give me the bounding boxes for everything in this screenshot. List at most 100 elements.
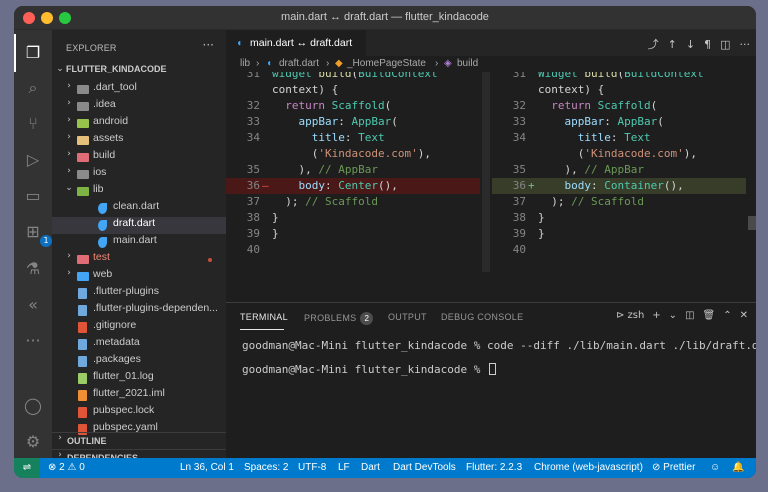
- tree-file[interactable]: .flutter-plugins-dependen...: [52, 302, 226, 319]
- status-indentation[interactable]: Spaces: 2: [244, 458, 288, 478]
- flutter-icon[interactable]: «: [23, 295, 43, 315]
- line-number: 34: [246, 131, 260, 144]
- status-flutter-version[interactable]: Flutter: 2.2.3: [466, 458, 522, 478]
- outline-section[interactable]: › OUTLINE: [52, 432, 226, 449]
- breadcrumb-file[interactable]: draft.dart: [279, 56, 319, 72]
- status-cursor-position[interactable]: Ln 36, Col 1: [180, 458, 234, 478]
- diff-overview-ruler[interactable]: [748, 216, 756, 230]
- status-device[interactable]: Chrome (web-javascript): [534, 458, 643, 478]
- explorer-header: EXPLORER: [66, 43, 117, 53]
- breadcrumb-lib[interactable]: lib: [240, 56, 250, 72]
- more-icon[interactable]: ···: [23, 331, 43, 351]
- code-line: 33 appBar: AppBar(: [492, 114, 746, 130]
- close-panel-icon[interactable]: ✕: [740, 310, 748, 321]
- tab-problems[interactable]: PROBLEMS 2: [304, 312, 374, 325]
- code-line: 32 return Scaffold(: [226, 98, 480, 114]
- tree-folder[interactable]: › test: [52, 251, 226, 268]
- folder-icon: [77, 170, 89, 179]
- status-eol[interactable]: LF: [338, 458, 350, 478]
- tab-output[interactable]: OUTPUT: [388, 312, 427, 322]
- folder-icon: [77, 153, 89, 162]
- tree-folder[interactable]: › .idea: [52, 98, 226, 115]
- maximize-panel-icon[interactable]: ⌃: [723, 310, 731, 321]
- split-editor-icon[interactable]: ◫: [720, 38, 730, 51]
- run-icon[interactable]: ⤴: [648, 38, 659, 51]
- inline-diff-icon[interactable]: ¶: [704, 38, 711, 51]
- tree-file[interactable]: main.dart: [52, 234, 226, 251]
- tab-debug-console[interactable]: DEBUG CONSOLE: [441, 312, 523, 322]
- tree-folder[interactable]: › ios: [52, 166, 226, 183]
- terminal-prompt: goodman@Mac-Mini flutter_kindacode %: [242, 363, 488, 376]
- testing-icon[interactable]: ⚗: [23, 259, 43, 279]
- tree-file[interactable]: flutter_2021.iml: [52, 387, 226, 404]
- code-line: 39}: [492, 226, 746, 242]
- status-prettier[interactable]: ⊘ Prettier: [652, 458, 695, 478]
- status-language[interactable]: Dart: [361, 458, 380, 478]
- terminal-shell-name[interactable]: zsh: [627, 310, 644, 321]
- explorer-more-actions[interactable]: ···: [203, 38, 214, 52]
- tree-item-label: main.dart: [113, 234, 157, 246]
- left-scrollbar[interactable]: [482, 72, 490, 272]
- file-icon: [78, 373, 87, 384]
- run-debug-icon[interactable]: ▷: [23, 150, 43, 170]
- arrow-down-icon[interactable]: ↓: [686, 38, 695, 51]
- folder-icon: [77, 85, 89, 94]
- trash-icon[interactable]: 🗑: [703, 310, 716, 321]
- code-line: 37 ); // Scaffold: [492, 194, 746, 210]
- chevron-down-icon: ⌄: [56, 64, 64, 74]
- tree-folder[interactable]: › web: [52, 268, 226, 285]
- feedback-icon[interactable]: ☺: [710, 458, 720, 478]
- explorer-sidebar: EXPLORER ··· ⌄ FLUTTER_KINDACODE › .dart_…: [52, 30, 226, 463]
- code-line: context) {: [492, 82, 746, 98]
- code-text: return Scaffold(: [551, 99, 658, 112]
- tree-folder[interactable]: › .dart_tool: [52, 81, 226, 98]
- search-icon[interactable]: ⌕: [23, 78, 43, 98]
- status-problems[interactable]: ⊗ 2 ⚠ 0: [48, 458, 85, 478]
- account-icon[interactable]: ◯: [23, 396, 43, 416]
- tab-main-draft-diff[interactable]: ◖ main.dart ↔ draft.dart: [226, 30, 366, 56]
- folder-icon: [77, 102, 89, 111]
- diff-modified-pane[interactable]: 31 Widget build(BuildContext context) {32 …: [492, 72, 746, 300]
- tree-file[interactable]: .flutter-plugins: [52, 285, 226, 302]
- arrow-up-icon[interactable]: ↑: [668, 38, 677, 51]
- explorer-icon[interactable]: ❐: [23, 43, 43, 63]
- tree-file[interactable]: .packages: [52, 353, 226, 370]
- tab-terminal[interactable]: TERMINAL: [240, 312, 288, 322]
- outline-label: OUTLINE: [67, 436, 107, 446]
- split-terminal-icon[interactable]: ◫: [685, 310, 694, 321]
- inserted-line: 36 + body: Container(),: [492, 178, 746, 194]
- line-number: 32: [246, 99, 260, 112]
- workspace-root[interactable]: ⌄ FLUTTER_KINDACODE: [52, 64, 226, 81]
- tree-folder[interactable]: ⌄ lib: [52, 183, 226, 200]
- tree-file[interactable]: pubspec.lock: [52, 404, 226, 421]
- tree-item-label: clean.dart: [113, 200, 160, 212]
- extensions-icon[interactable]: ⊞ 1: [23, 222, 52, 247]
- breadcrumb-method[interactable]: build: [457, 56, 478, 72]
- source-control-icon[interactable]: ⑂: [23, 114, 43, 134]
- new-terminal-icon[interactable]: +: [652, 310, 660, 321]
- tree-file[interactable]: clean.dart: [52, 200, 226, 217]
- line-number: 33: [512, 115, 526, 128]
- tree-file[interactable]: .gitignore: [52, 319, 226, 336]
- tree-folder[interactable]: › android: [52, 115, 226, 132]
- active-indicator: [14, 34, 16, 72]
- tree-folder[interactable]: › build: [52, 149, 226, 166]
- more-actions-icon[interactable]: ···: [740, 38, 751, 51]
- remote-explorer-icon[interactable]: ▭: [23, 186, 43, 206]
- breadcrumb-class[interactable]: _HomePageState: [347, 56, 426, 72]
- tree-file[interactable]: draft.dart: [52, 217, 226, 234]
- tree-folder[interactable]: › assets: [52, 132, 226, 149]
- code-text: title: Text: [311, 131, 385, 144]
- status-encoding[interactable]: UTF-8: [298, 458, 326, 478]
- tree-file[interactable]: .metadata: [52, 336, 226, 353]
- settings-gear-icon[interactable]: ⚙: [23, 432, 43, 452]
- notifications-bell-icon[interactable]: 🔔: [732, 458, 744, 478]
- diff-original-pane[interactable]: 31 widget build(BuildContext context) {32 …: [226, 72, 480, 300]
- chevron-down-icon[interactable]: ⌄: [669, 310, 677, 321]
- tree-file[interactable]: flutter_01.log: [52, 370, 226, 387]
- terminal-prompt-line[interactable]: goodman@Mac-Mini flutter_kindacode %: [242, 363, 497, 376]
- code-line: 39}: [226, 226, 480, 242]
- remote-indicator-icon[interactable]: ⇌: [14, 458, 40, 478]
- code-line: 31 Widget build(BuildContext: [492, 72, 746, 82]
- status-dart-devtools[interactable]: Dart DevTools: [393, 458, 456, 478]
